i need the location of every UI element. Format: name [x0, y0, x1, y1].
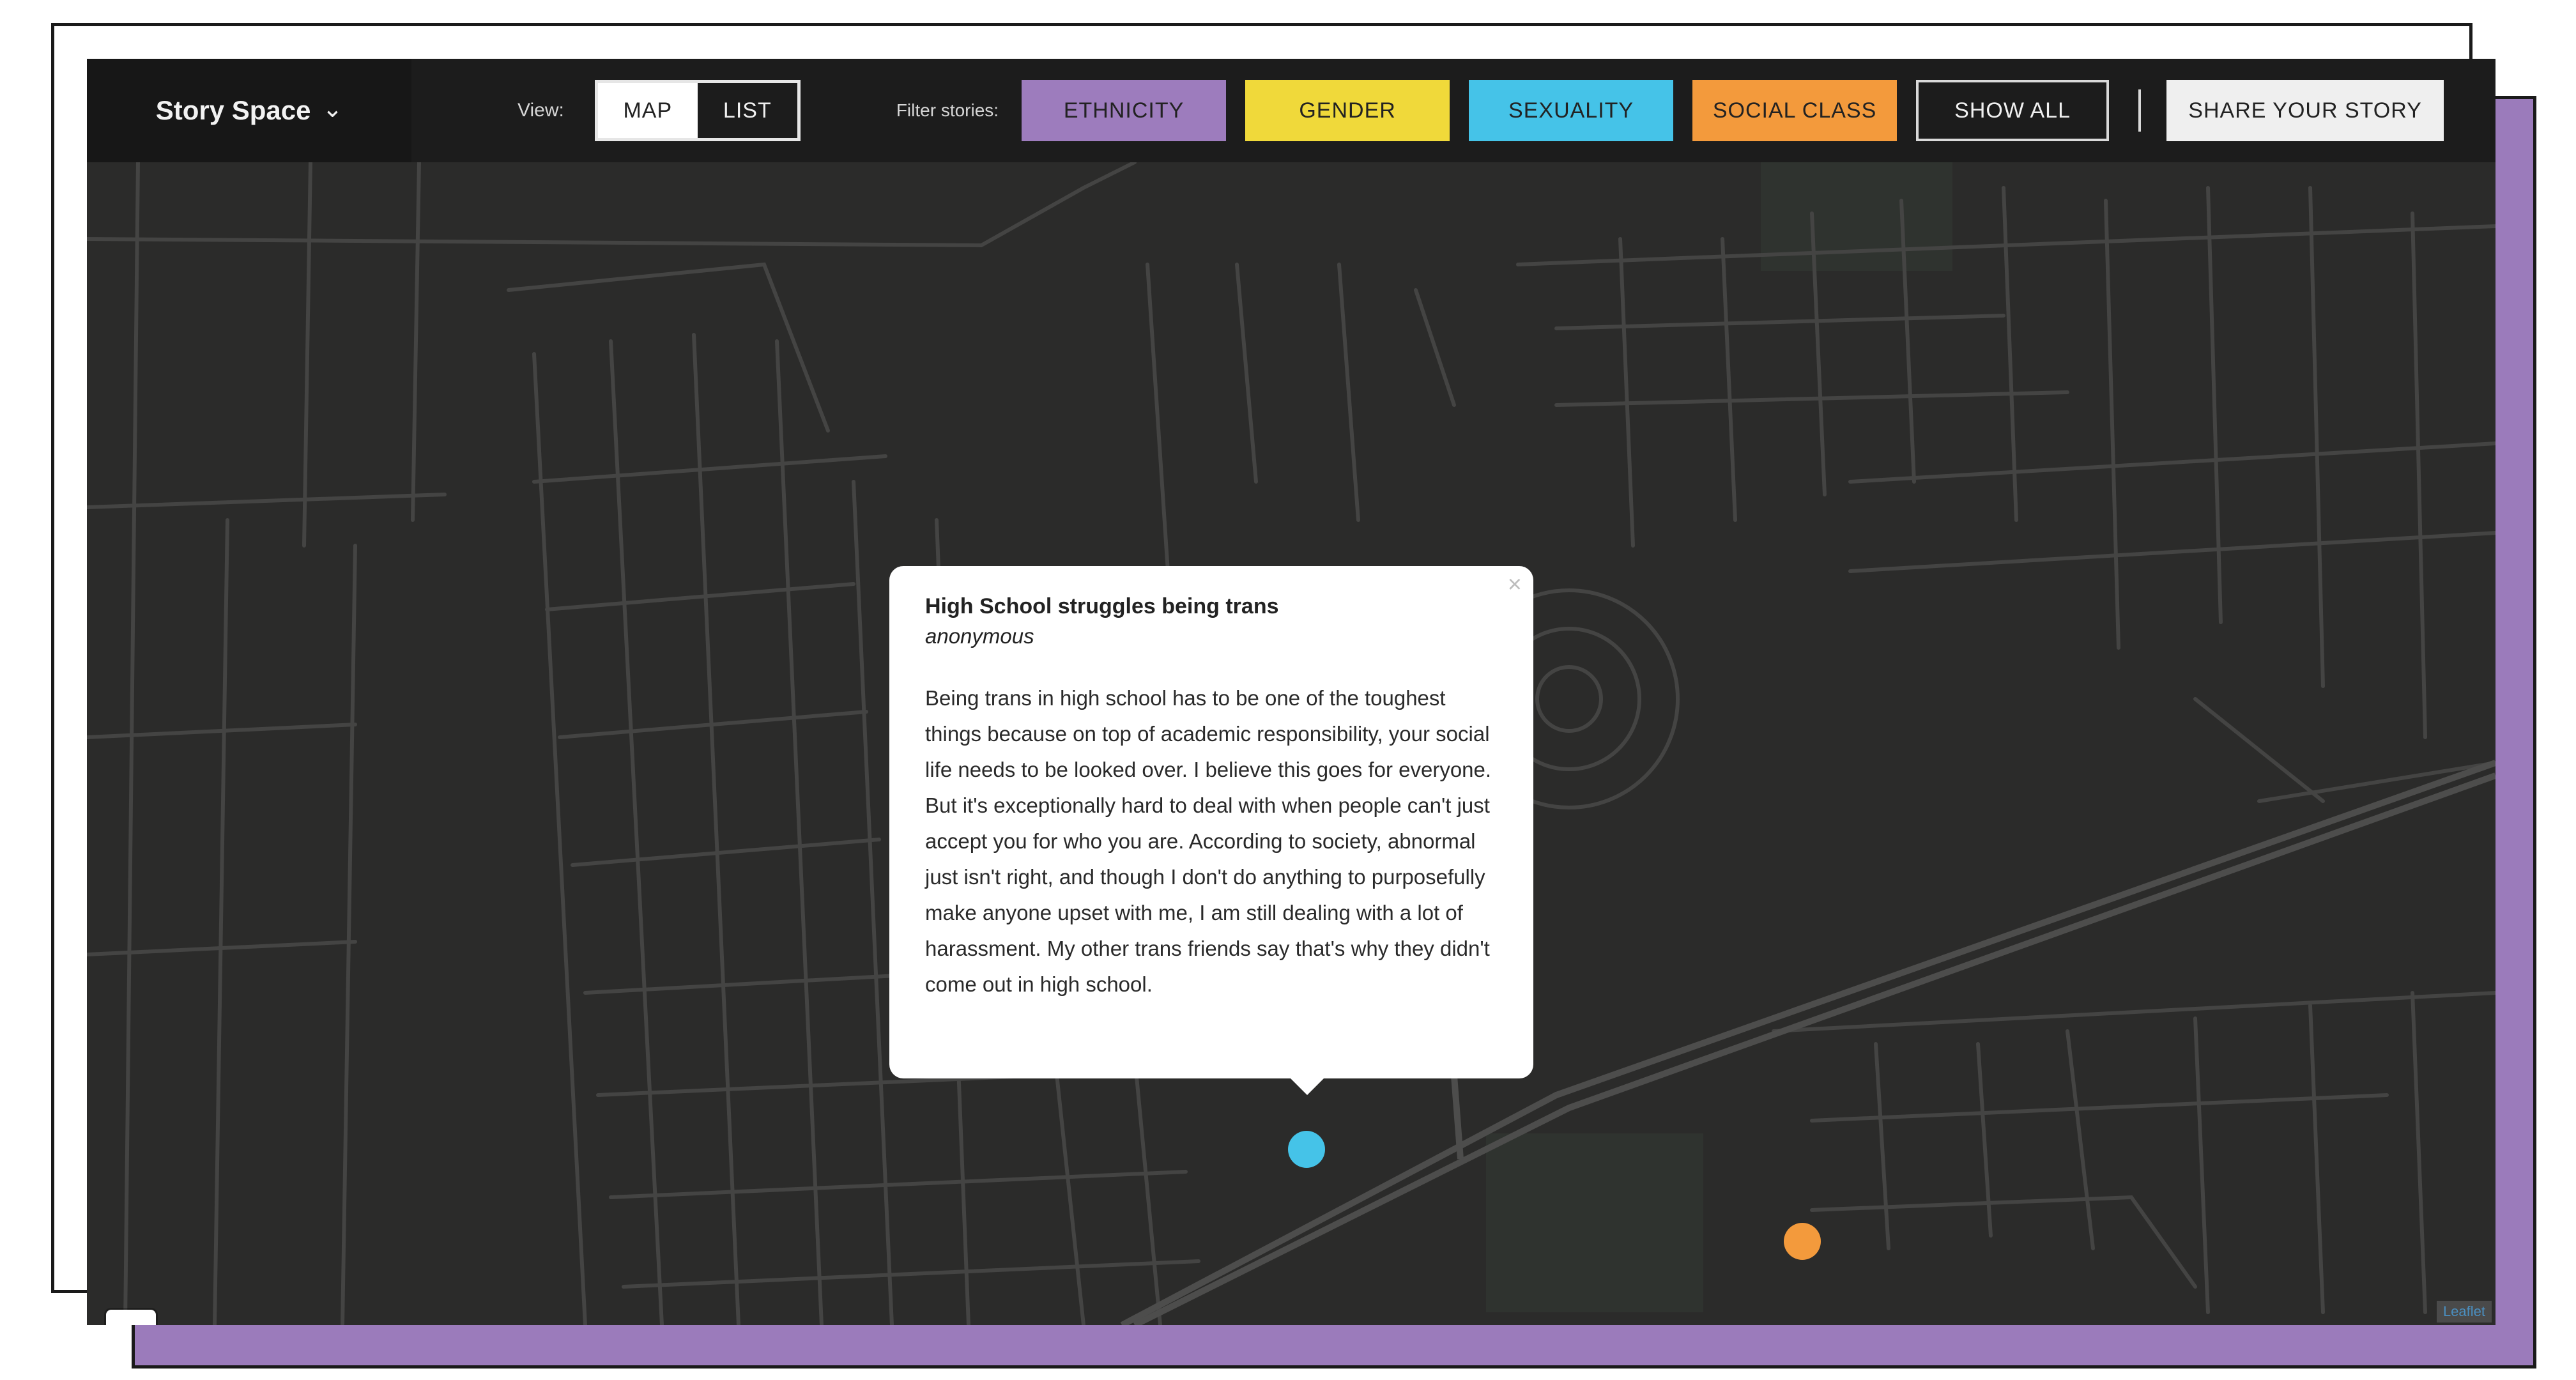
- story-marker-social-class[interactable]: [1784, 1223, 1821, 1260]
- filter-gender-button[interactable]: GENDER: [1245, 80, 1450, 141]
- story-author: anonymous: [925, 624, 1034, 648]
- map-area[interactable]: × High School struggles being trans anon…: [87, 162, 2496, 1325]
- story-marker-sexuality[interactable]: [1288, 1131, 1325, 1168]
- show-all-button[interactable]: SHOW ALL: [1916, 80, 2110, 141]
- view-toggle: MAP LIST: [594, 80, 801, 141]
- filter-sexuality-button[interactable]: SEXUALITY: [1469, 80, 1674, 141]
- view-list-button[interactable]: LIST: [697, 83, 797, 138]
- filter-social-class-button[interactable]: SOCIAL CLASS: [1692, 80, 1897, 141]
- close-icon[interactable]: ×: [1508, 571, 1522, 599]
- share-your-story-button[interactable]: SHARE YOUR STORY: [2166, 80, 2444, 141]
- leaflet-attribution[interactable]: Leaflet: [2436, 1301, 2492, 1322]
- brand-title: Story Space: [155, 95, 311, 125]
- zoom-in-button[interactable]: +: [106, 1310, 156, 1325]
- popup-tip: [1288, 1076, 1326, 1095]
- zoom-control: + −: [106, 1310, 156, 1325]
- filter-ethnicity-button[interactable]: ETHNICITY: [1022, 80, 1227, 141]
- view-map-button[interactable]: MAP: [597, 83, 698, 138]
- brand-menu[interactable]: Story Space ⌄: [87, 59, 411, 162]
- filter-label: Filter stories:: [896, 100, 999, 120]
- story-body: Being trans in high school has to be one…: [925, 686, 1492, 996]
- story-popup: × High School struggles being trans anon…: [889, 566, 1533, 1078]
- chevron-down-icon: ⌄: [322, 95, 343, 123]
- view-label: View:: [518, 100, 564, 121]
- divider: [2138, 89, 2142, 132]
- app-window: Story Space ⌄ View: MAP LIST Filter stor…: [87, 59, 2496, 1325]
- filter-buttons: ETHNICITY GENDER SEXUALITY SOCIAL CLASS …: [1022, 80, 2110, 141]
- top-bar: Story Space ⌄ View: MAP LIST Filter stor…: [87, 59, 2496, 162]
- story-title: High School struggles being trans: [925, 594, 1279, 618]
